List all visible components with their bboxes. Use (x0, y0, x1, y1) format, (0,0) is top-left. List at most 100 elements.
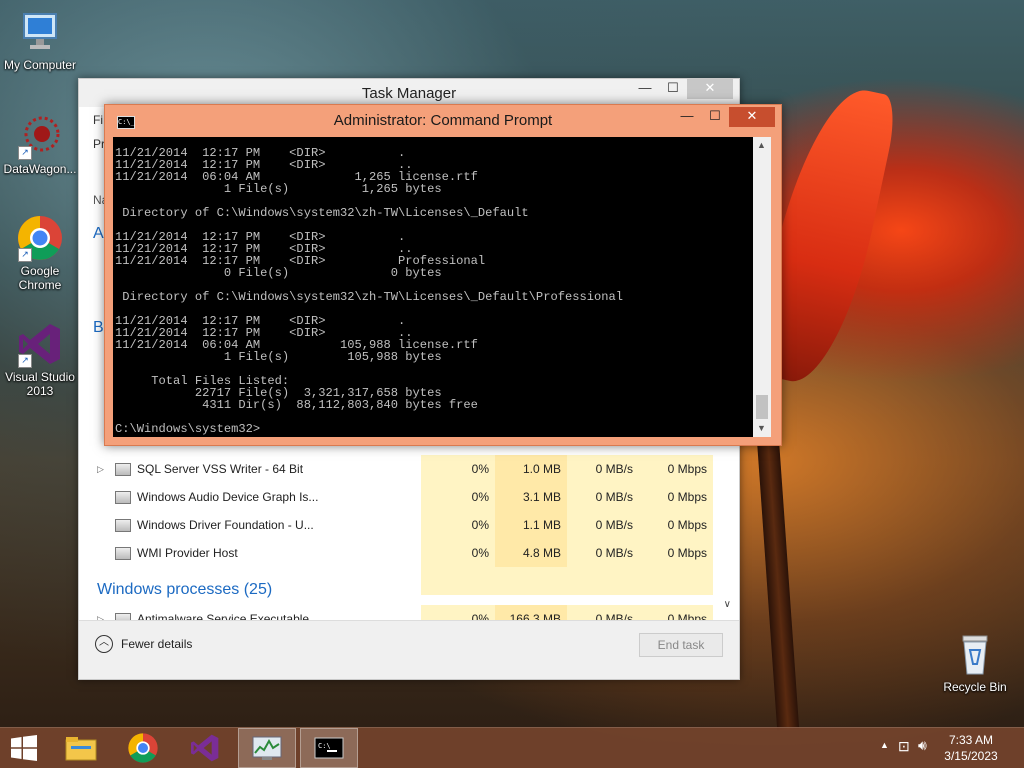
service-icon (115, 519, 131, 532)
process-name: Antimalware Service Executable (137, 612, 310, 620)
desktop-icon-label: Recycle Bin (943, 680, 1007, 694)
memory-cell: 4.8 MB (495, 539, 567, 567)
maximize-button[interactable]: ☐ (701, 107, 729, 127)
cpu-cell: 0% (421, 539, 495, 567)
taskbar-task-manager[interactable] (238, 728, 296, 768)
process-row[interactable]: ▷ SQL Server VSS Writer - 64 Bit 0% 1.0 … (93, 455, 713, 483)
service-icon (115, 491, 131, 504)
service-icon (115, 463, 131, 476)
desktop-icon-chrome[interactable]: ↗ Google Chrome (0, 214, 80, 292)
menu-file-stub[interactable]: Fi (93, 113, 103, 127)
clock[interactable]: 7:33 AM 3/15/2023 (936, 732, 1006, 764)
svg-text:C:\: C:\ (318, 742, 331, 750)
task-manager-titlebar[interactable]: Task Manager — ☐ ✕ (79, 79, 739, 107)
disk-cell: 0 MB/s (567, 483, 639, 511)
disk-cell (567, 567, 639, 595)
process-row[interactable]: Windows Audio Device Graph Is... 0% 3.1 … (93, 483, 713, 511)
network-cell (639, 567, 713, 595)
volume-icon[interactable]: 🔊︎ (918, 737, 927, 754)
chrome-icon: ↗ (16, 214, 64, 262)
visual-studio-icon: ↗ (16, 320, 64, 368)
desktop-icon-my-computer[interactable]: My Computer (0, 8, 80, 72)
console-scrollbar[interactable]: ▲ ▼ (753, 137, 771, 437)
console-text: 11/21/2014 12:17 PM <DIR> . 11/21/2014 1… (115, 146, 624, 436)
shortcut-arrow-icon: ↗ (18, 146, 32, 160)
visual-studio-icon (191, 734, 219, 762)
console-icon: C:\_ (117, 116, 135, 129)
memory-cell: 3.1 MB (495, 483, 567, 511)
desktop-icon-label: DataWagon... (3, 162, 77, 176)
chevron-up-icon: ︿ (95, 635, 113, 653)
command-prompt-window: C:\_ Administrator: Command Prompt — ☐ ✕… (104, 104, 782, 446)
taskbar-file-explorer[interactable] (52, 728, 110, 768)
expand-chevron-icon[interactable]: ▷ (97, 455, 104, 483)
task-manager-footer: ︿ Fewer details End task (79, 620, 739, 679)
windows-logo-icon (11, 735, 37, 761)
group-header-windows-processes[interactable]: Windows processes (25) (97, 581, 272, 599)
close-button[interactable]: ✕ (687, 79, 733, 99)
taskbar-chrome[interactable] (114, 728, 172, 768)
taskbar-visual-studio[interactable] (176, 728, 234, 768)
disk-cell: 0 MB/s (567, 605, 639, 620)
scroll-down-icon[interactable]: ∨ (724, 599, 731, 610)
show-hidden-icons-chevron-icon[interactable]: ▲ (880, 740, 889, 750)
shortcut-arrow-icon: ↗ (18, 354, 32, 368)
disk-cell: 0 MB/s (567, 455, 639, 483)
desktop-icon-label: My Computer (3, 58, 77, 72)
network-cell: 0 Mbps (639, 511, 713, 539)
end-task-button[interactable]: End task (639, 633, 723, 657)
desktop-icon-label: Google Chrome (18, 264, 62, 292)
memory-cell: 1.1 MB (495, 511, 567, 539)
maximize-button[interactable]: ☐ (659, 79, 687, 99)
minimize-button[interactable]: — (631, 79, 659, 99)
desktop-icon-label: Visual Studio 2013 (5, 370, 75, 398)
process-name: Windows Audio Device Graph Is... (137, 490, 319, 504)
cpu-cell: 0% (421, 483, 495, 511)
desktop-icon-recycle-bin[interactable]: Recycle Bin (935, 630, 1015, 694)
group-background-stub: B (93, 319, 104, 336)
fewer-details-button[interactable]: ︿ Fewer details (95, 635, 192, 653)
clock-time: 7:33 AM (948, 733, 994, 747)
process-row[interactable]: Windows Driver Foundation - U... 0% 1.1 … (93, 511, 713, 539)
scroll-down-icon[interactable]: ▼ (757, 423, 766, 433)
computer-icon (16, 8, 64, 56)
task-manager-icon (252, 736, 282, 760)
disk-cell: 0 MB/s (567, 539, 639, 567)
close-button[interactable]: ✕ (729, 107, 775, 127)
fewer-details-label: Fewer details (121, 637, 193, 651)
console-output-area[interactable]: 11/21/2014 12:17 PM <DIR> . 11/21/2014 1… (113, 137, 753, 437)
chrome-icon (128, 733, 158, 763)
memory-cell: 1.0 MB (495, 455, 567, 483)
process-name: WMI Provider Host (137, 546, 238, 560)
network-cell: 0 Mbps (639, 455, 713, 483)
taskbar-command-prompt[interactable]: C:\ (300, 728, 358, 768)
cpu-cell: 0% (421, 455, 495, 483)
network-icon[interactable]: ⊡ (898, 738, 910, 755)
command-prompt-titlebar[interactable]: C:\_ Administrator: Command Prompt — ☐ ✕ (105, 105, 781, 135)
scroll-up-icon[interactable]: ▲ (757, 140, 766, 150)
shortcut-arrow-icon: ↗ (18, 248, 32, 262)
memory-cell (495, 567, 567, 595)
folder-icon (65, 737, 97, 761)
desktop-icon-datawagon[interactable]: ↗ DataWagon... (0, 112, 80, 176)
process-row[interactable]: ▷ Antimalware Service Executable 0% 166.… (93, 605, 713, 620)
network-cell: 0 Mbps (639, 483, 713, 511)
process-name: Windows Driver Foundation - U... (137, 518, 314, 532)
start-button[interactable] (0, 728, 48, 768)
recycle-bin-icon (951, 630, 999, 678)
group-apps-stub: A (93, 225, 104, 242)
clock-date: 3/15/2023 (944, 749, 998, 763)
desktop-icon-visual-studio[interactable]: ↗ Visual Studio 2013 (0, 320, 80, 398)
memory-cell: 166.3 MB (495, 605, 567, 620)
expand-chevron-icon[interactable]: ▷ (97, 605, 104, 620)
cpu-cell: 0% (421, 605, 495, 620)
datawagon-icon: ↗ (16, 112, 64, 160)
disk-cell: 0 MB/s (567, 511, 639, 539)
taskbar: C:\ ▲ ⊡ 🔊︎ 7:33 AM 3/15/2023 (0, 727, 1024, 768)
cpu-cell (421, 567, 495, 595)
process-row[interactable]: WMI Provider Host 0% 4.8 MB 0 MB/s 0 Mbp… (93, 539, 713, 567)
system-tray: ▲ ⊡ 🔊︎ 7:33 AM 3/15/2023 (864, 728, 1024, 768)
scrollbar-thumb[interactable] (756, 395, 768, 419)
window-title: Administrator: Command Prompt (333, 112, 553, 129)
minimize-button[interactable]: — (673, 107, 701, 127)
